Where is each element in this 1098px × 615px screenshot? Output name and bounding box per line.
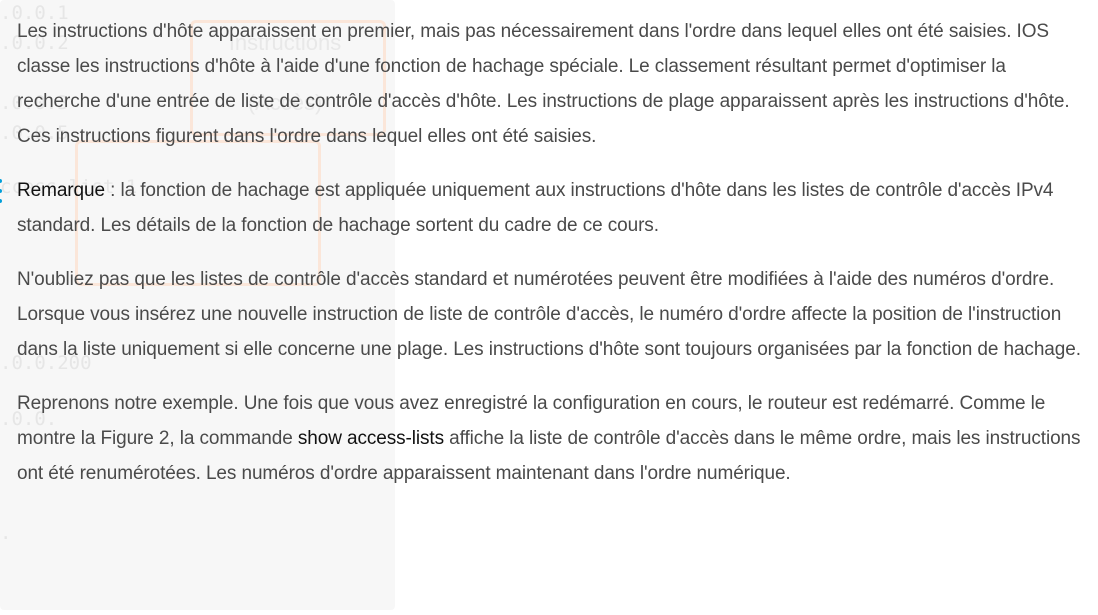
note-paragraph: Remarque : la fonction de hachage est ap… [0, 173, 1087, 243]
paragraph-text: Les instructions d'hôte apparaissent en … [17, 21, 1070, 147]
paragraph-sequence-numbers: N'oubliez pas que les listes de contrôle… [17, 262, 1087, 367]
figure-code-line: . [0, 522, 12, 544]
paragraph-example: Reprenons notre exemple. Une fois que vo… [17, 386, 1087, 491]
paragraph-text: N'oubliez pas que les listes de contrôle… [17, 269, 1081, 360]
paragraph-host-statements: Les instructions d'hôte apparaissent en … [17, 14, 1087, 154]
note-text: : la fonction de hachage est appliquée u… [17, 180, 1054, 236]
note-label: Remarque [17, 180, 105, 201]
article-body: Les instructions d'hôte apparaissent en … [0, 14, 1087, 510]
command-show-access-lists: show access-lists [297, 428, 444, 449]
note-marker-icon [0, 179, 2, 203]
